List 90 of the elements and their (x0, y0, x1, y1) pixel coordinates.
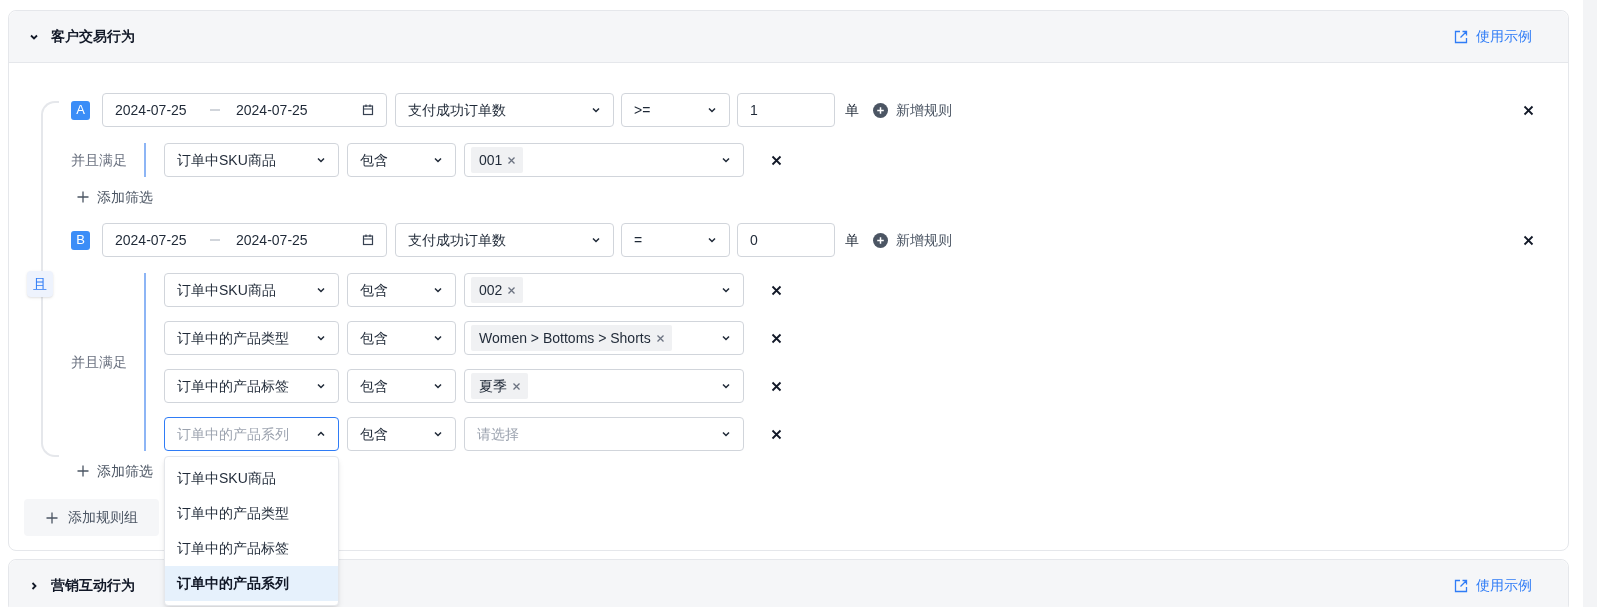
value-select[interactable]: 夏季 (464, 369, 744, 403)
dropdown-option[interactable]: 订单中的产品系列 (165, 566, 338, 601)
start-date: 2024-07-25 (115, 100, 188, 120)
chevron-down-icon (433, 429, 443, 439)
unit-label: 单 (845, 100, 859, 120)
count-input[interactable]: 1 (737, 93, 835, 127)
value-tag: Women > Bottoms > Shorts (471, 325, 672, 351)
delete-group-button[interactable] (1521, 103, 1535, 117)
external-link-icon (1454, 29, 1468, 44)
delete-filter-button[interactable] (769, 427, 783, 441)
section-header[interactable]: 客户交易行为 使用示例 (9, 11, 1568, 63)
add-filter-button[interactable]: 添加筛选 (77, 187, 153, 207)
chevron-down-icon (316, 381, 326, 391)
chevron-down-icon (433, 155, 443, 165)
delete-filter-button[interactable] (769, 379, 783, 393)
comparison-select[interactable]: >= (621, 93, 730, 127)
group-badge: A (71, 100, 90, 120)
usage-example-link[interactable]: 使用示例 (1454, 26, 1532, 47)
field-select[interactable]: 订单中SKU商品 (164, 143, 339, 177)
chevron-down-icon (721, 333, 731, 343)
chevron-down-icon (721, 381, 731, 391)
delete-filter-button[interactable] (769, 153, 783, 167)
chevron-down-icon (721, 429, 731, 439)
plus-circle-icon (873, 102, 888, 118)
metric-select[interactable]: 支付成功订单数 (395, 223, 614, 257)
section-title: 营销互动行为 (51, 576, 135, 595)
add-rule-button[interactable]: 新增规则 (873, 99, 952, 121)
operator-select[interactable]: 包含 (347, 417, 456, 451)
start-date: 2024-07-25 (115, 230, 188, 250)
plus-circle-icon (873, 232, 888, 248)
unit-label: 单 (845, 230, 859, 250)
operator-select[interactable]: 包含 (347, 369, 456, 403)
condition-label: 并且满足 (71, 150, 127, 170)
value-tag: 夏季 (471, 373, 528, 399)
field-select[interactable]: 订单中的产品标签 (164, 369, 339, 403)
external-link-icon (1454, 578, 1468, 593)
section-title: 客户交易行为 (51, 27, 135, 46)
value-select[interactable]: Women > Bottoms > Shorts (464, 321, 744, 355)
value-select[interactable]: 001 (464, 143, 744, 177)
metric-select[interactable]: 支付成功订单数 (395, 93, 614, 127)
delete-group-button[interactable] (1521, 233, 1535, 247)
chevron-down-icon (433, 381, 443, 391)
chevron-down-icon (591, 235, 601, 245)
end-date: 2024-07-25 (236, 100, 309, 120)
chevron-down-icon (316, 333, 326, 343)
usage-example-link[interactable]: 使用示例 (1454, 575, 1532, 596)
delete-filter-button[interactable] (769, 283, 783, 297)
value-select[interactable]: 002 (464, 273, 744, 307)
remove-icon[interactable] (656, 334, 664, 342)
chevron-down-icon (316, 155, 326, 165)
chevron-down-icon (591, 105, 601, 115)
date-range-field[interactable]: 2024-07-25 2024-07-25 (102, 93, 387, 127)
operator-select[interactable]: 包含 (347, 273, 456, 307)
chevron-down-icon (433, 333, 443, 343)
chevron-down-icon (433, 285, 443, 295)
chevron-down-icon (316, 285, 326, 295)
comparison-select[interactable]: = (621, 223, 730, 257)
chevron-down-icon (721, 285, 731, 295)
field-select[interactable]: 订单中的产品类型 (164, 321, 339, 355)
remove-icon[interactable] (513, 382, 520, 390)
condition-label: 并且满足 (71, 352, 127, 372)
chevron-down-icon (707, 235, 717, 245)
field-select[interactable]: 订单中SKU商品 (164, 273, 339, 307)
chevron-down-icon (707, 105, 717, 115)
group-badge: B (71, 230, 90, 250)
operator-select[interactable]: 包含 (347, 143, 456, 177)
value-tag: 002 (471, 277, 524, 303)
add-rule-group-button[interactable]: 添加规则组 (24, 499, 159, 536)
calendar-icon (362, 104, 374, 116)
and-connector: 且 (27, 271, 53, 297)
placeholder-text: 请选择 (476, 424, 519, 444)
plus-icon (77, 465, 89, 477)
dropdown-option[interactable]: 订单中的产品类型 (165, 496, 338, 531)
value-tag: 001 (471, 147, 524, 173)
chevron-up-icon (316, 429, 326, 439)
end-date: 2024-07-25 (236, 230, 309, 250)
remove-icon[interactable] (508, 286, 516, 294)
delete-filter-button[interactable] (769, 331, 783, 345)
remove-icon[interactable] (508, 156, 516, 164)
chevron-right-icon (29, 580, 39, 591)
plus-icon (77, 191, 89, 203)
calendar-icon (362, 234, 374, 246)
plus-icon (45, 511, 58, 524)
dropdown-option[interactable]: 订单中SKU商品 (165, 461, 338, 496)
add-rule-button[interactable]: 新增规则 (873, 229, 952, 251)
count-input[interactable]: 0 (737, 223, 835, 257)
date-range-field[interactable]: 2024-07-25 2024-07-25 (102, 223, 387, 257)
add-filter-button[interactable]: 添加筛选 (77, 461, 153, 481)
chevron-down-icon (721, 155, 731, 165)
operator-select[interactable]: 包含 (347, 321, 456, 355)
